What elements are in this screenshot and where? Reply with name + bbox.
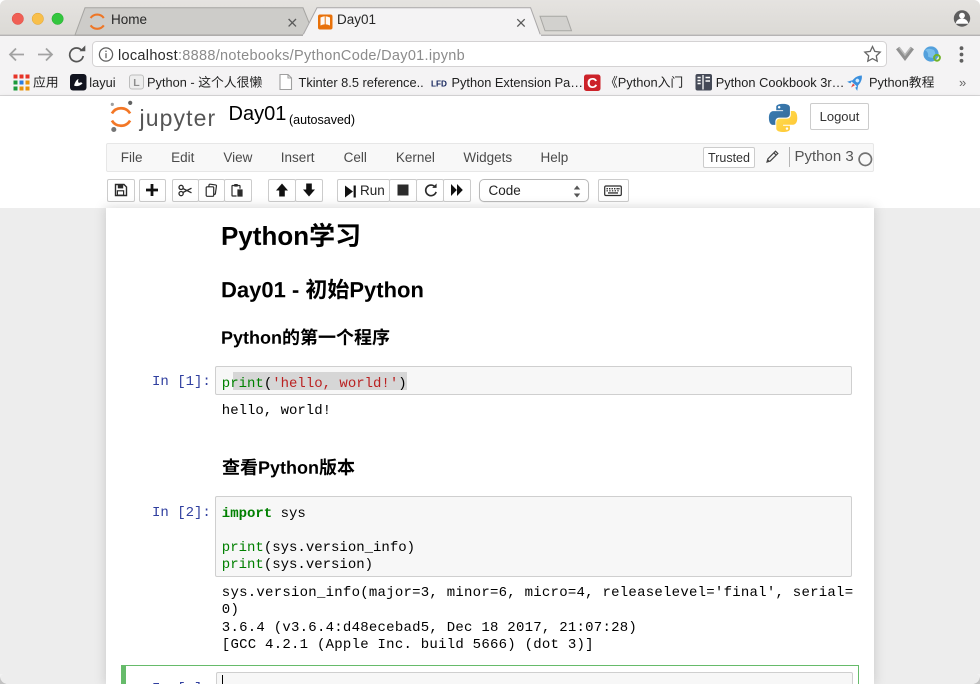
svg-text:»: » [959, 75, 966, 90]
svg-text:L: L [133, 77, 140, 89]
svg-text:LFD: LFD [431, 80, 447, 89]
svg-text:Home: Home [111, 12, 147, 27]
svg-text:C: C [587, 76, 598, 92]
svg-text:Day01: Day01 [337, 12, 376, 27]
